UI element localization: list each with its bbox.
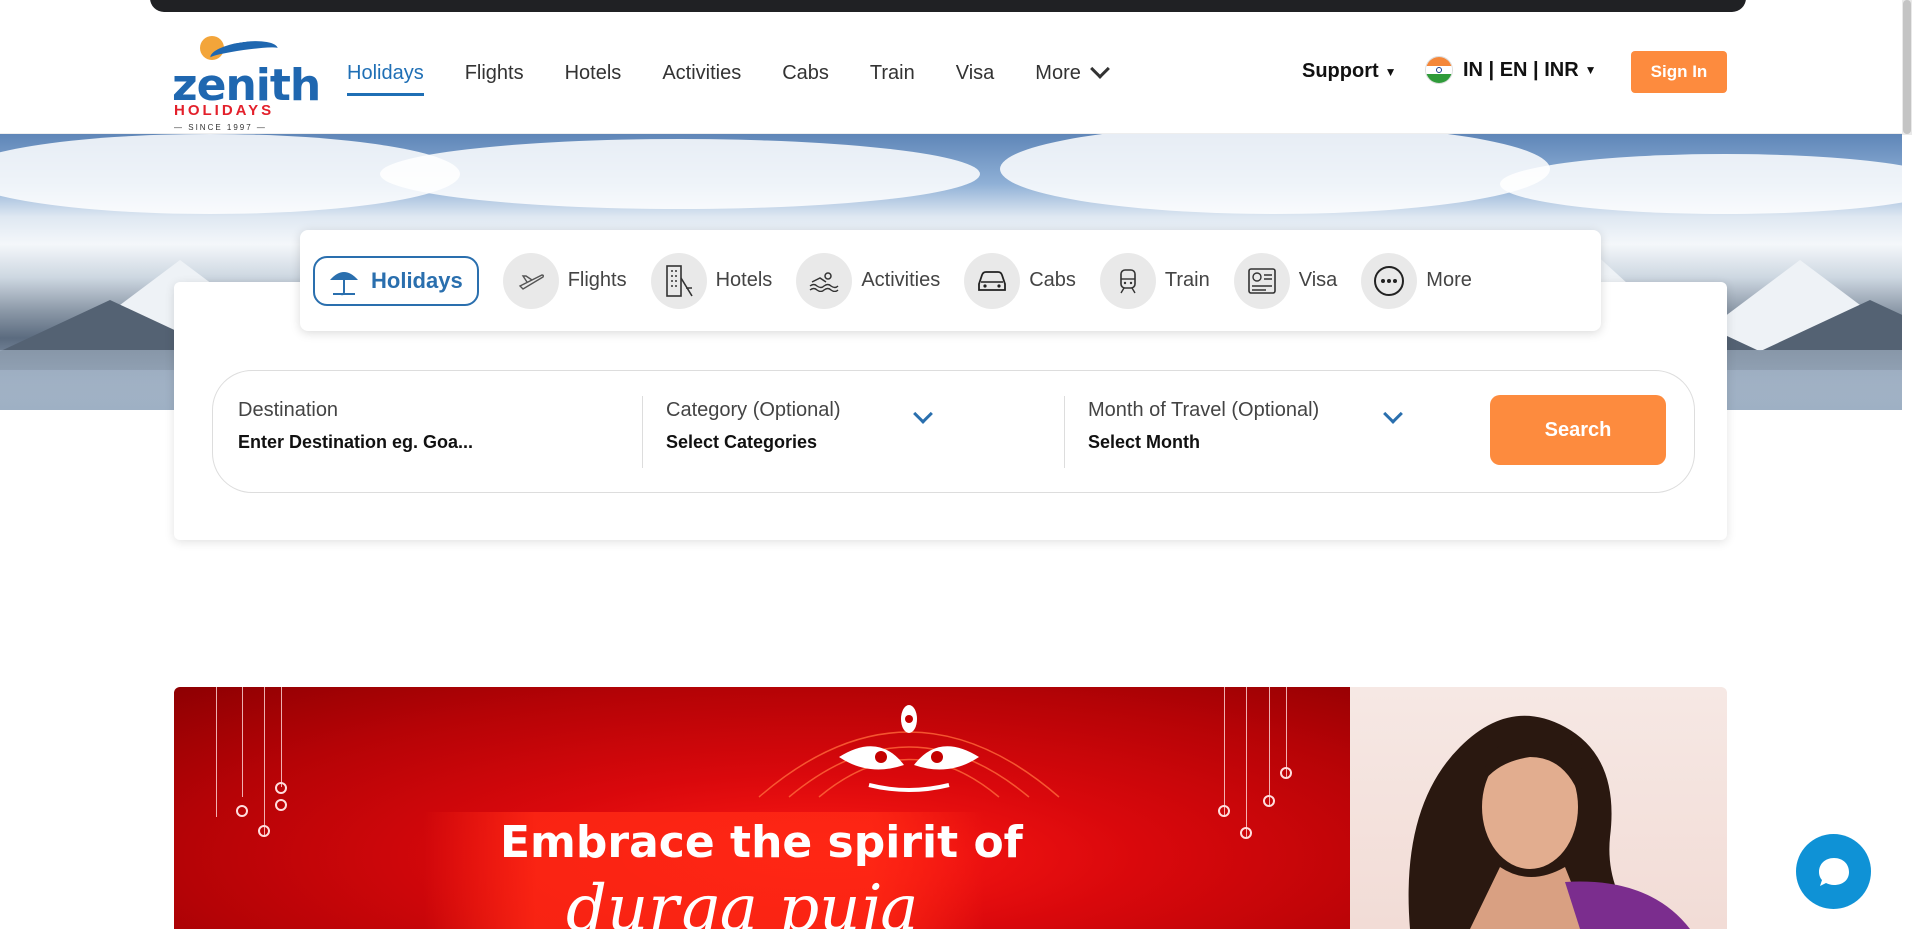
nav-item-cabs[interactable]: Cabs [782,58,829,88]
browser-chrome [0,0,1912,135]
tab-label: Hotels [715,269,773,291]
zenith-logo[interactable]: zenith HOLIDAYS — SINCE 1997 — [170,30,321,132]
tab-cabs[interactable]: Cabs [964,252,1076,309]
nav-item-activities[interactable]: Activities [662,58,741,88]
tab-visa[interactable]: Visa [1233,252,1338,309]
tab-more[interactable]: More [1361,252,1472,309]
destination-input[interactable]: Enter Destination eg. Goa... [238,432,473,453]
tab-hotels[interactable]: Hotels [650,252,773,309]
category-select[interactable]: Category (Optional) Select Categories [666,399,956,453]
building-icon [650,252,707,309]
month-value: Select Month [1088,432,1201,452]
logo-since: — SINCE 1997 — [174,123,267,132]
tab-label: Activities [861,269,941,291]
category-label: Category (Optional) [666,399,841,421]
tab-holidays[interactable]: Holidays [313,255,479,306]
chevron-down-icon [1089,59,1110,79]
banner-headline: Embrace the spirit of [500,817,1023,868]
train-icon [1099,252,1156,309]
tab-flights[interactable]: Flights [502,252,627,309]
plane-icon [502,252,559,309]
chat-launcher[interactable] [1796,834,1871,909]
browser-address-bar[interactable] [150,0,1746,12]
nav-item-flights[interactable]: Flights [465,58,524,88]
support-menu[interactable]: Support ▼ [1302,60,1397,83]
category-value: Select Categories [666,432,818,452]
destination-label: Destination [238,399,339,421]
nav-item-more[interactable]: More [1035,58,1110,88]
nav-item-hotels[interactable]: Hotels [565,58,622,88]
search-form: Destination Enter Destination eg. Goa...… [212,370,1695,493]
locale-selector[interactable]: IN | EN | INR ▼ [1425,56,1597,84]
scrollbar-track[interactable] [1902,0,1912,135]
sign-in-button[interactable]: Sign In [1631,51,1727,93]
logo-tagline: HOLIDAYS [174,102,275,119]
nav-item-holidays[interactable]: Holidays [347,58,424,96]
tab-label: Visa [1298,269,1338,291]
umbrella-icon [327,266,361,296]
tab-label: Train [1164,269,1210,291]
search-button[interactable]: Search [1490,395,1666,465]
field-divider [1064,396,1065,468]
main-nav: Holidays Flights Hotels Activities Cabs … [347,58,1148,96]
nav-more-label: More [1035,61,1081,84]
more-icon [1361,252,1418,309]
caret-down-icon: ▼ [1584,63,1597,77]
support-label: Support [1302,60,1379,82]
promo-banner[interactable]: Embrace the spirit of durga puja [174,687,1727,929]
locale-label: IN | EN | INR [1463,58,1579,81]
banner-title: durga puja [566,872,919,929]
tab-label: Holidays [371,267,463,293]
tab-label: Flights [567,269,627,291]
tab-label: More [1426,269,1472,291]
month-select[interactable]: Month of Travel (Optional) Select Month [1088,399,1408,453]
month-label: Month of Travel (Optional) [1088,399,1320,421]
field-divider [642,396,643,468]
page: zenith HOLIDAYS — SINCE 1997 — Holidays … [0,0,1912,929]
durga-face-icon [758,705,1060,798]
swim-icon [796,252,853,309]
scrollbar-thumb[interactable] [1903,0,1911,134]
site-header: zenith HOLIDAYS — SINCE 1997 — Holidays … [0,20,1902,134]
nav-item-visa[interactable]: Visa [956,58,995,88]
chat-bubble-icon [1818,857,1849,886]
banner-photo [1350,687,1727,929]
product-tabs: Holidays Flights Hotels Activities Cabs [300,230,1601,331]
india-flag-icon [1425,56,1453,84]
destination-field[interactable]: Destination Enter Destination eg. Goa... [238,399,473,453]
passport-icon [1233,252,1290,309]
caret-down-icon: ▼ [1384,64,1397,79]
tab-train[interactable]: Train [1099,252,1210,309]
tab-activities[interactable]: Activities [796,252,941,309]
tab-label: Cabs [1029,269,1076,291]
car-icon [964,252,1021,309]
nav-item-train[interactable]: Train [870,58,915,88]
